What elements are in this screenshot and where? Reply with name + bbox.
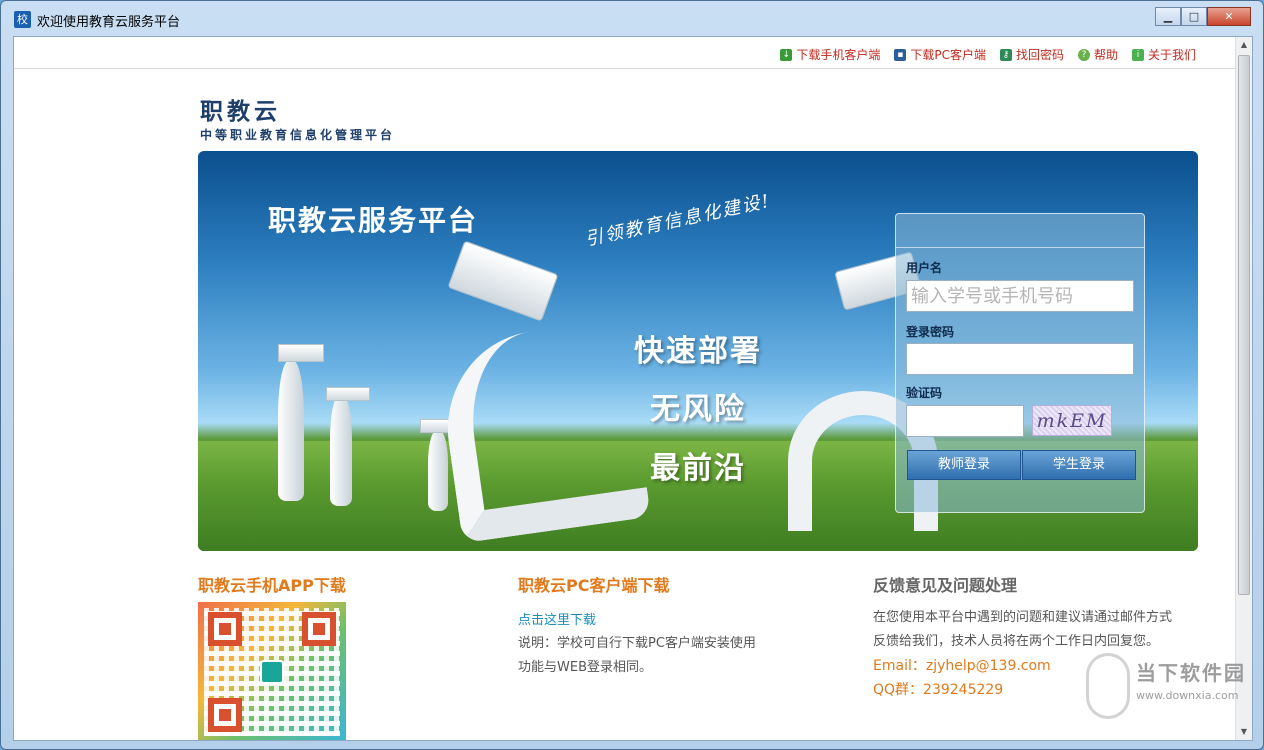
sculpture-slab-big xyxy=(447,240,559,322)
logo-subtitle: 中等职业教育信息化管理平台 xyxy=(200,128,396,142)
captcha-label: 验证码 xyxy=(906,386,943,400)
maximize-button[interactable]: □ xyxy=(1181,7,1207,26)
teacher-login-button[interactable]: 教师登录 xyxy=(907,450,1021,480)
qr-pattern xyxy=(204,608,340,736)
app-section-title: 职教云手机APP下载 xyxy=(198,576,346,595)
qr-code xyxy=(198,602,346,740)
window-title: 欢迎使用教育云服务平台 xyxy=(37,15,181,30)
qr-corner-tl xyxy=(208,612,242,646)
top-link-bar: ↓ 下载手机客户端 ▪ 下载PC客户端 ⚷ 找回密码 ? 帮助 i 关于我们 xyxy=(14,37,1236,69)
browser-content: ↓ 下载手机客户端 ▪ 下载PC客户端 ⚷ 找回密码 ? 帮助 i 关于我们 职… xyxy=(13,36,1253,741)
watermark-text: 当下软件园 xyxy=(1136,661,1246,685)
feature-3: 最前沿 xyxy=(650,451,746,486)
panel-divider xyxy=(896,247,1144,248)
sculpture-ribbon xyxy=(435,318,651,544)
pc-download-section: 职教云PC客户端下载 点击这里下载 说明：学校可自行下载PC客户端安装使用 功能… xyxy=(518,572,756,680)
download-mobile-label: 下载手机客户端 xyxy=(796,48,881,62)
banner-slogan: 引领教育信息化建设! xyxy=(583,190,773,251)
close-button[interactable]: ✕ xyxy=(1207,7,1251,26)
vertical-scrollbar[interactable]: ▲ ▼ xyxy=(1235,37,1252,740)
window-controls: ▁ □ ✕ xyxy=(1155,7,1251,26)
captcha-image[interactable]: mkEM xyxy=(1032,405,1112,436)
about-label: 关于我们 xyxy=(1147,48,1196,62)
download-mobile-link[interactable]: ↓ 下载手机客户端 xyxy=(780,46,880,63)
recover-password-label: 找回密码 xyxy=(1015,48,1064,62)
about-link[interactable]: i 关于我们 xyxy=(1131,46,1196,63)
banner-title: 职教云服务平台 xyxy=(268,204,479,237)
logo-title: 职教云 xyxy=(200,98,281,125)
key-icon: ⚷ xyxy=(999,48,1012,61)
login-panel: 用户名 登录密码 验证码 mkEM 教师登录 学生登录 xyxy=(895,213,1145,513)
site-watermark: 当下软件园 www.downxia.com xyxy=(1086,651,1256,741)
feature-2: 无风险 xyxy=(650,392,746,427)
top-links: ↓ 下载手机客户端 ▪ 下载PC客户端 ⚷ 找回密码 ? 帮助 i 关于我们 xyxy=(766,46,1196,63)
qr-logo-icon xyxy=(260,660,284,684)
username-input[interactable] xyxy=(906,280,1134,312)
sculpture-left-2 xyxy=(330,396,352,506)
info-icon: i xyxy=(1131,48,1144,61)
app-icon: 校 xyxy=(14,11,31,28)
scroll-thumb[interactable] xyxy=(1238,55,1250,595)
help-link[interactable]: ? 帮助 xyxy=(1077,46,1118,63)
minimize-button[interactable]: ▁ xyxy=(1155,7,1181,26)
title-bar[interactable]: 校 欢迎使用教育云服务平台 ▁ □ ✕ xyxy=(1,1,1263,35)
pc-icon: ▪ xyxy=(894,48,907,61)
pc-section-title: 职教云PC客户端下载 xyxy=(518,576,670,595)
pc-download-link[interactable]: 点击这里下载 xyxy=(518,609,756,628)
qr-corner-bl xyxy=(208,698,242,732)
sculpture-slab-1 xyxy=(278,344,324,362)
help-label: 帮助 xyxy=(1093,48,1118,62)
app-download-section: 职教云手机APP下载 xyxy=(198,572,346,740)
student-login-button[interactable]: 学生登录 xyxy=(1022,450,1136,480)
watermark-logo-icon xyxy=(1086,653,1130,719)
watermark-url: www.downxia.com xyxy=(1136,689,1239,702)
pc-desc-1: 说明：学校可自行下载PC客户端安装使用 xyxy=(518,636,756,651)
feedback-section-title: 反馈意见及问题处理 xyxy=(873,576,1018,595)
sculpture-slab-2 xyxy=(326,387,370,401)
feature-1: 快速部署 xyxy=(634,334,762,369)
scroll-up-icon[interactable]: ▲ xyxy=(1236,37,1252,53)
password-input[interactable] xyxy=(906,343,1134,375)
download-pc-link[interactable]: ▪ 下载PC客户端 xyxy=(894,46,986,63)
download-icon: ↓ xyxy=(780,48,793,61)
recover-password-link[interactable]: ⚷ 找回密码 xyxy=(999,46,1064,63)
app-window: 校 欢迎使用教育云服务平台 ▁ □ ✕ ↓ 下载手机客户端 ▪ 下载PC客户端 … xyxy=(0,0,1264,750)
feedback-desc-1: 在您使用本平台中遇到的问题和建议请通过邮件方式 xyxy=(873,610,1173,625)
captcha-input[interactable] xyxy=(906,405,1024,437)
username-label: 用户名 xyxy=(906,261,943,275)
help-icon: ? xyxy=(1077,48,1090,61)
sculpture-left-1 xyxy=(278,361,304,501)
pc-desc-2: 功能与WEB登录相同。 xyxy=(518,660,652,675)
sculpture-left-3 xyxy=(428,431,448,511)
password-label: 登录密码 xyxy=(906,325,955,339)
download-pc-label: 下载PC客户端 xyxy=(910,48,986,62)
qr-corner-tr xyxy=(302,612,336,646)
hero-banner: 职教云服务平台 引领教育信息化建设! 快速部署 无风险 最前沿 用户名 登录密码… xyxy=(198,151,1198,551)
